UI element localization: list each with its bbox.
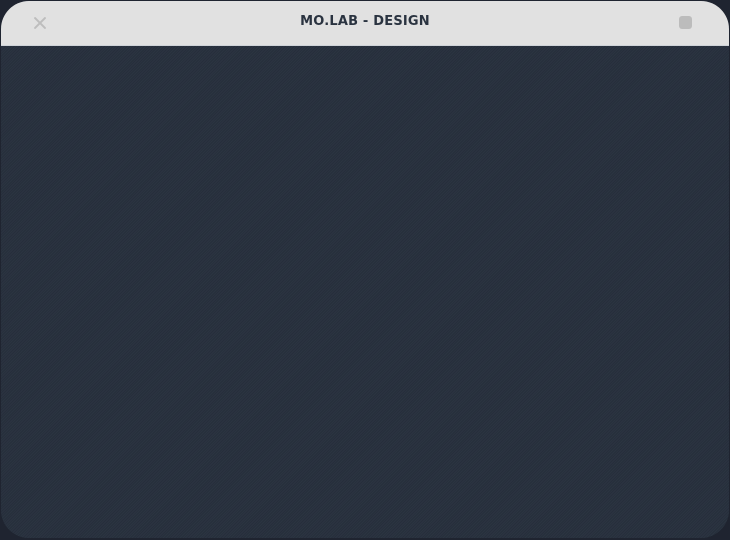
close-icon[interactable] — [32, 15, 48, 31]
canvas-area — [1, 46, 729, 538]
square-icon[interactable] — [679, 16, 692, 29]
title-bar: MO.LAB - DESIGN — [1, 1, 729, 46]
window-title: MO.LAB - DESIGN — [300, 14, 430, 29]
app-window: MO.LAB - DESIGN — [1, 1, 729, 538]
